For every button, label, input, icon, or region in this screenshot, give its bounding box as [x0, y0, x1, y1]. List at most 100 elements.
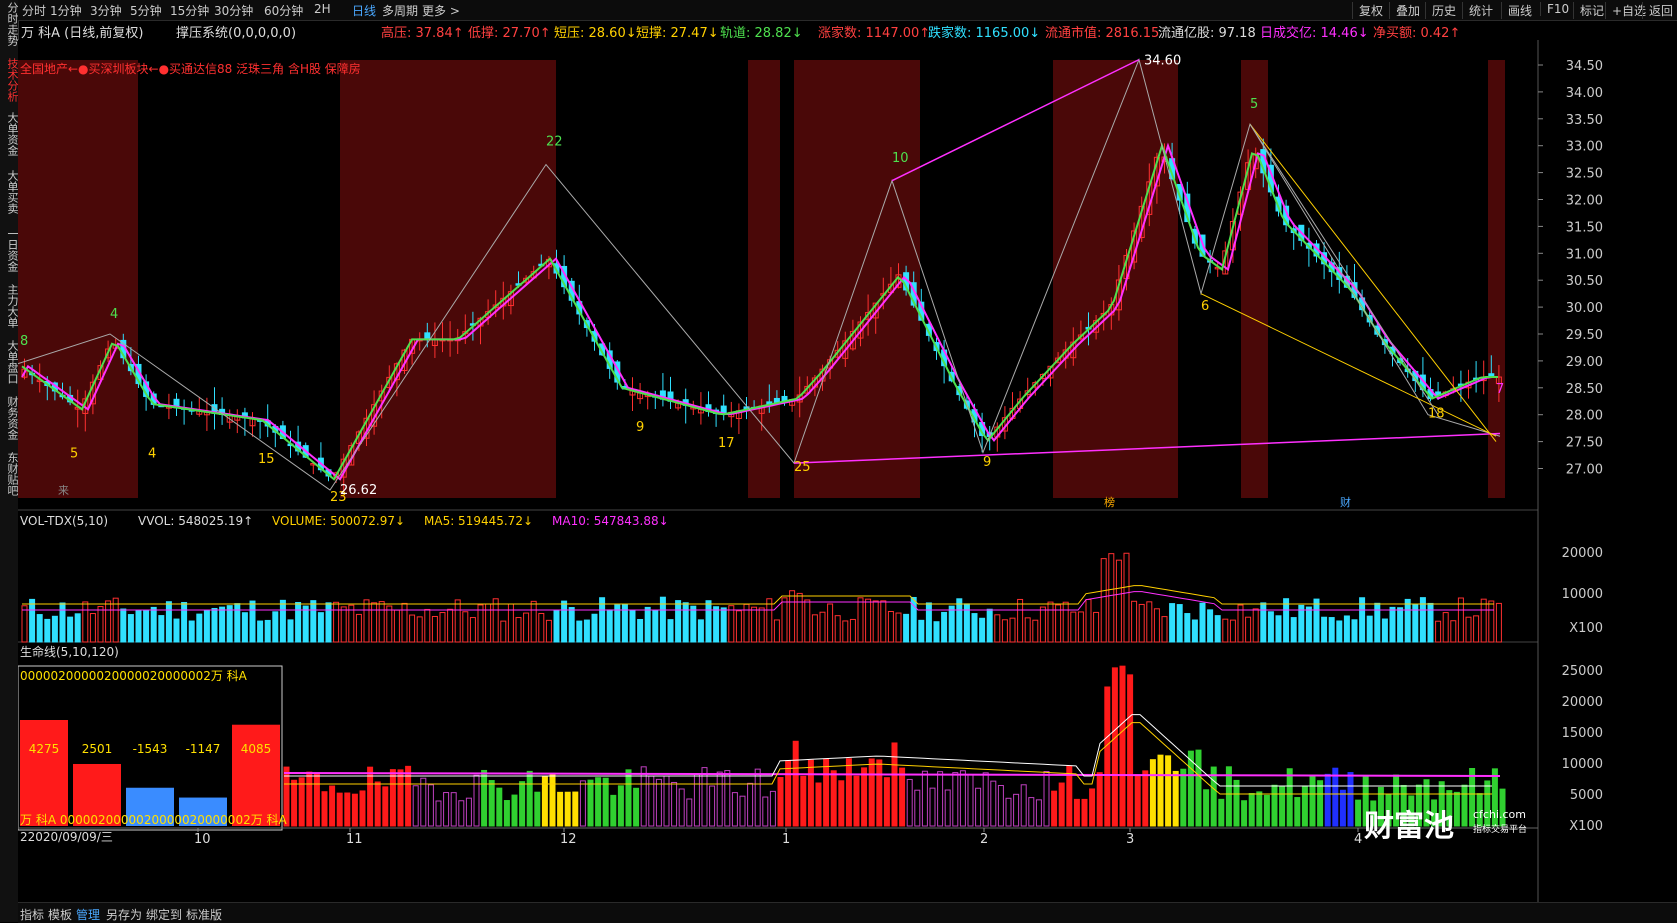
- volume-bar: [1169, 603, 1176, 643]
- volume-bar: [1191, 619, 1198, 643]
- vol-axis-1: 10000: [1562, 587, 1603, 602]
- toolbar-button-7[interactable]: +自选: [1605, 2, 1646, 19]
- left-tab-5[interactable]: 主力大单: [0, 284, 19, 328]
- volume-bar: [1397, 607, 1404, 643]
- volume-bar: [675, 600, 682, 643]
- bottom-tab-5[interactable]: 标准版: [186, 906, 222, 923]
- toolbar-button-8[interactable]: 返回: [1642, 2, 1673, 19]
- volume-bar: [1374, 602, 1381, 643]
- left-tab-0[interactable]: 分时走势: [0, 2, 19, 46]
- volume-bar: [925, 602, 932, 643]
- volume-bar: [629, 609, 636, 643]
- mini-bar-label-4: 4085: [241, 742, 272, 756]
- life-bar: [1127, 674, 1134, 827]
- volume-bar: [302, 605, 309, 643]
- life-bar: [1248, 793, 1255, 827]
- life-bar: [1180, 768, 1187, 827]
- life-bar: [1081, 798, 1088, 827]
- volume-bar: [941, 611, 948, 643]
- period-0[interactable]: 分时: [22, 2, 46, 19]
- life-bar: [1241, 800, 1248, 827]
- life-bar: [351, 793, 358, 827]
- life-bar: [1294, 797, 1301, 827]
- price-label-7: 31.00: [1566, 247, 1603, 262]
- left-tab-8[interactable]: 东财贴吧: [0, 452, 19, 496]
- life-bar: [792, 740, 799, 827]
- volume-bar: [1176, 604, 1183, 643]
- life-bar: [1263, 794, 1270, 827]
- life-bar: [329, 785, 336, 827]
- toolbar-button-1[interactable]: 叠加: [1389, 2, 1420, 19]
- left-tab-strip: 分时走势技术分析大单资金大单买卖一日资金主力大单大单盘口财务资金东财贴吧: [0, 0, 19, 922]
- life-bar: [777, 777, 784, 827]
- left-tab-3[interactable]: 大单买卖: [0, 170, 19, 214]
- life-bar: [321, 791, 328, 827]
- bottom-tab-1[interactable]: 模板: [48, 906, 72, 923]
- volume-bar: [219, 606, 226, 643]
- volume-bar: [257, 620, 264, 643]
- info-diejia: 跌家数: 1165.00↓: [928, 26, 1041, 41]
- news-ticker[interactable]: 全国地产←●买深圳板块←●买通达信88 泛珠三角 含H股 保障房: [20, 61, 361, 76]
- period-8[interactable]: 日线: [352, 2, 376, 19]
- life-bar: [1233, 779, 1240, 827]
- volume-bar: [1336, 620, 1343, 643]
- count-label-7: 17: [718, 436, 735, 451]
- left-tab-4[interactable]: 一日资金: [0, 228, 19, 272]
- mini-chart: 0000020000020000020000002万 科A 4275 2501 -15…: [18, 665, 288, 831]
- info-duancheng: 短撑: 27.47↓: [636, 26, 719, 41]
- band-4: [1053, 60, 1178, 498]
- bottom-tab-0[interactable]: 指标: [20, 906, 44, 923]
- mini-chart-header: 0000020000020000020000002万 科A: [20, 669, 248, 683]
- left-tab-1[interactable]: 技术分析: [0, 58, 19, 102]
- period-4[interactable]: 15分钟: [170, 2, 209, 19]
- toolbar-button-0[interactable]: 复权: [1352, 2, 1383, 19]
- indicator-info-bar: 万 科A (日线,前复权) 撑压系统(0,0,0,0,0) 高压: 37.84↑ 低撑…: [18, 20, 1677, 59]
- vol-info-ma10: MA10: 547843.88↓: [552, 514, 669, 528]
- price-label-9: 30.00: [1566, 301, 1603, 316]
- watermark-sub: 指标交易平台: [1473, 823, 1527, 835]
- bottom-tab-4[interactable]: 绑定到: [146, 906, 182, 923]
- period-5[interactable]: 30分钟: [214, 2, 253, 19]
- toolbar-button-3[interactable]: 统计: [1462, 2, 1493, 19]
- x-month-4: 2: [980, 832, 988, 847]
- period-1[interactable]: 1分钟: [50, 2, 82, 19]
- info-jingmai: 净买额: 0.42↑: [1373, 26, 1461, 41]
- left-tab-6[interactable]: 大单盘口: [0, 340, 19, 384]
- life-bar: [1142, 770, 1149, 827]
- period-9[interactable]: 多周期: [382, 2, 418, 19]
- life-bar: [298, 777, 305, 827]
- count-label-13: 18: [1428, 406, 1445, 421]
- period-10[interactable]: 更多 >: [422, 2, 460, 19]
- chart-area[interactable]: 34.50 34.00 33.50 33.00 32.50 32.00 31.50 31.00…: [18, 40, 1677, 902]
- life-bar: [359, 790, 366, 827]
- life-bar: [344, 792, 351, 827]
- vol-info-ma5: MA5: 519445.72↓: [424, 514, 533, 528]
- period-2[interactable]: 3分钟: [90, 2, 122, 19]
- price-label-15: 27.00: [1566, 463, 1603, 478]
- info-guidao: 轨道: 28.82↓: [720, 26, 803, 41]
- toolbar-button-4[interactable]: 画线: [1501, 2, 1532, 19]
- period-6[interactable]: 60分钟: [264, 2, 303, 19]
- toolbar-button-5[interactable]: F10: [1540, 2, 1569, 16]
- left-tab-2[interactable]: 大单资金: [0, 112, 19, 156]
- toolbar-button-6[interactable]: 标记: [1573, 2, 1604, 19]
- volume-bar: [1389, 606, 1396, 643]
- bottom-tab-3[interactable]: 另存为: [106, 906, 142, 923]
- volume-bar: [903, 613, 910, 643]
- x-month-6: 4: [1354, 832, 1362, 847]
- volume-bar: [127, 614, 134, 643]
- volume-bar: [614, 604, 621, 643]
- info-liutong: 流通市值: 2816.15: [1045, 26, 1160, 41]
- price-label-14: 27.50: [1566, 436, 1603, 451]
- period-7[interactable]: 2H: [314, 2, 331, 16]
- volume-bar: [51, 615, 58, 643]
- life-bar: [1195, 749, 1202, 827]
- toolbar-button-2[interactable]: 历史: [1425, 2, 1456, 19]
- count-label-6: 9: [636, 420, 644, 435]
- info-indicator: 撑压系统(0,0,0,0,0): [176, 26, 297, 41]
- volume-bar: [667, 619, 674, 643]
- life-bar: [1324, 773, 1331, 827]
- period-3[interactable]: 5分钟: [130, 2, 162, 19]
- left-tab-7[interactable]: 财务资金: [0, 396, 19, 440]
- bottom-tab-2[interactable]: 管理: [76, 906, 100, 923]
